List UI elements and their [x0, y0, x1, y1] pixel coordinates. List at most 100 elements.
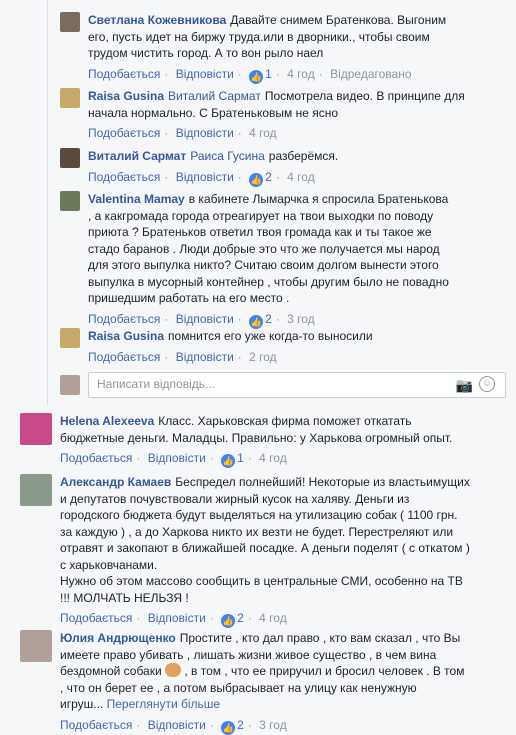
avatar[interactable] — [20, 413, 52, 445]
reply-text: пришедшим работать на его место . — [88, 291, 290, 305]
reply-button[interactable]: Відповісти — [176, 67, 234, 81]
like-count[interactable]: 2 — [265, 170, 272, 184]
timestamp[interactable]: 3 год — [259, 718, 287, 732]
like-reaction-icon: 👍 — [249, 172, 264, 187]
reply-text: его, пусть идет на биржу труда.или в дво… — [88, 29, 430, 44]
timestamp[interactable]: 4 год — [287, 67, 315, 81]
current-user-avatar — [60, 375, 80, 395]
reply-text: начала нормально. С Братеньковым не ясно — [88, 105, 339, 120]
mention-link[interactable]: Виталий Сармат — [168, 89, 261, 103]
emoji-icon[interactable]: ☺ — [479, 376, 495, 392]
reply-text: Давайте снимем Братенкова. Выгоним — [230, 13, 447, 27]
author-link[interactable]: Светлана Кожевникова — [88, 13, 226, 27]
reply-item: Raisa Gusina помнится его уже когда-то вы… — [60, 328, 373, 365]
like-button[interactable]: Подобається — [60, 611, 132, 625]
like-button[interactable]: Подобається — [60, 718, 132, 732]
author-link[interactable]: Raisa Gusina — [88, 329, 164, 343]
timestamp[interactable]: 4 год — [287, 170, 315, 184]
reply-button[interactable]: Відповісти — [148, 611, 206, 625]
avatar[interactable] — [20, 630, 52, 662]
avatar[interactable] — [60, 148, 80, 168]
like-count[interactable]: 2 — [237, 718, 244, 732]
comment-text: городского бюджета будут выделяться на у… — [60, 508, 458, 522]
timestamp[interactable]: 4 год — [249, 126, 277, 140]
comment-text: Простите , кто дал право , кто вам сказа… — [179, 631, 461, 645]
comment-text: бездомной собаки — [60, 664, 162, 678]
comment-text: и депутатов почувствовали жирный кусок н… — [60, 491, 410, 506]
comment-item: Юлия Андрющенко Простите , кто дал право … — [20, 630, 464, 735]
timestamp[interactable]: 3 год — [287, 312, 315, 326]
comment-text: бюджетные деньги. Маладцы. Правильно: у … — [60, 430, 453, 445]
reply-text: для этого выпулка никто? Считаю своим до… — [88, 258, 439, 272]
timestamp[interactable]: 2 год — [249, 350, 277, 364]
like-button[interactable]: Подобається — [88, 312, 160, 326]
like-reaction-icon: 👍 — [221, 614, 236, 628]
like-button[interactable]: Подобається — [88, 350, 160, 364]
timestamp[interactable]: 4 год — [259, 611, 287, 625]
timestamp[interactable]: 4 год — [259, 451, 287, 465]
comment-text: Нужно об этом массово сообщить в централ… — [60, 574, 463, 588]
comment-text: игруш... — [60, 697, 104, 711]
like-reaction-icon: 👍 — [249, 69, 264, 84]
reply-button[interactable]: Відповісти — [148, 451, 206, 465]
reply-text: приюта ? Братеньков ответил твоя громада… — [88, 225, 432, 239]
reply-text: в кабинете Лымарчка я спросила Братенько… — [188, 192, 449, 206]
reply-item: Светлана Кожевникова Давайте снимем Брате… — [60, 12, 446, 84]
comment-text: , в том , что ее приручил и бросил челов… — [184, 664, 465, 678]
like-count[interactable]: 2 — [265, 312, 272, 326]
avatar[interactable] — [60, 328, 80, 348]
author-link[interactable]: Александр Камаев — [60, 475, 171, 489]
like-count[interactable]: 2 — [237, 611, 244, 625]
author-link[interactable]: Виталий Сармат — [88, 149, 186, 163]
reply-text: трудом чистить город. А то вон рыло наел — [88, 46, 324, 60]
reply-item: Виталий Сармат Раиса Гусина разберёмся. По… — [60, 148, 338, 187]
comment-text: !!! МОЛЧАТЬ НЕЛЬЗЯ ! — [60, 590, 189, 605]
reply-text: выпулка в мусорный контейнер , чтобы дру… — [88, 274, 449, 289]
like-button[interactable]: Подобається — [60, 451, 132, 465]
reply-button[interactable]: Відповісти — [176, 170, 234, 184]
reply-button[interactable]: Відповісти — [148, 718, 206, 732]
reply-composer[interactable]: 📷 ☺ — [88, 372, 506, 398]
edited-label[interactable]: Відредаговано — [330, 67, 411, 81]
comment-text: имеете право убивать , лишать жизни живо… — [60, 647, 437, 662]
camera-icon[interactable]: 📷 — [456, 377, 473, 394]
comments-panel: Светлана Кожевникова Давайте снимем Брате… — [0, 0, 516, 735]
comment-text: отравят и закопают в ближайшей посадке. … — [60, 541, 470, 555]
like-button[interactable]: Подобається — [88, 126, 160, 140]
author-link[interactable]: Raisa Gusina — [88, 89, 164, 103]
like-reaction-icon: 👍 — [221, 454, 236, 468]
reply-item: Valentina Mamay в кабинете Лымарчка я спр… — [60, 191, 449, 329]
comment-item: Александр Камаев Беспредел полнейший! Нек… — [20, 474, 470, 628]
reply-text: стадо баранов . Люди добрые это что же п… — [88, 241, 440, 256]
comment-text: Класс. Харьковская фирма поможет откатат… — [158, 414, 412, 428]
avatar[interactable] — [60, 191, 80, 211]
see-more-link[interactable]: Переглянути більше — [107, 697, 221, 711]
reply-input[interactable] — [89, 373, 445, 395]
comment-text: , что он берет ее , а потом выбрасывает … — [60, 680, 417, 695]
reply-text: разберёмся. — [268, 149, 339, 163]
comment-text: с харьковчанами. — [60, 557, 158, 572]
like-reaction-icon: 👍 — [249, 314, 264, 329]
reply-button[interactable]: Відповісти — [176, 126, 234, 140]
comment-item: Helena Alexeeva Класс. Харьковская фирма … — [20, 413, 452, 468]
avatar[interactable] — [20, 474, 52, 506]
reply-button[interactable]: Відповісти — [176, 350, 234, 364]
reply-item: Raisa Gusina Виталий Сармат Посмотрела вид… — [60, 88, 465, 141]
reply-text: помнится его уже когда-то выносили — [168, 329, 373, 343]
like-count[interactable]: 1 — [265, 67, 272, 81]
like-button[interactable]: Подобається — [88, 170, 160, 184]
comment-text: за каждую ) , а до Харкова никто их везт… — [60, 524, 454, 539]
reply-text: , а какгромада города отреагирует на тво… — [88, 208, 434, 223]
author-link[interactable]: Helena Alexeeva — [60, 414, 154, 428]
author-link[interactable]: Юлия Андрющенко — [60, 631, 176, 645]
comment-text: Беспредел полнейший! Некоторые из власть… — [175, 475, 470, 489]
dog-emoji-icon — [165, 663, 182, 677]
reply-button[interactable]: Відповісти — [176, 312, 234, 326]
avatar[interactable] — [60, 12, 80, 32]
avatar[interactable] — [60, 88, 80, 108]
author-link[interactable]: Valentina Mamay — [88, 192, 185, 206]
reply-text: Посмотрела видео. В принципе для — [264, 89, 465, 103]
like-button[interactable]: Подобається — [88, 67, 160, 81]
mention-link[interactable]: Раиса Гусина — [190, 149, 265, 163]
like-count[interactable]: 1 — [237, 451, 244, 465]
